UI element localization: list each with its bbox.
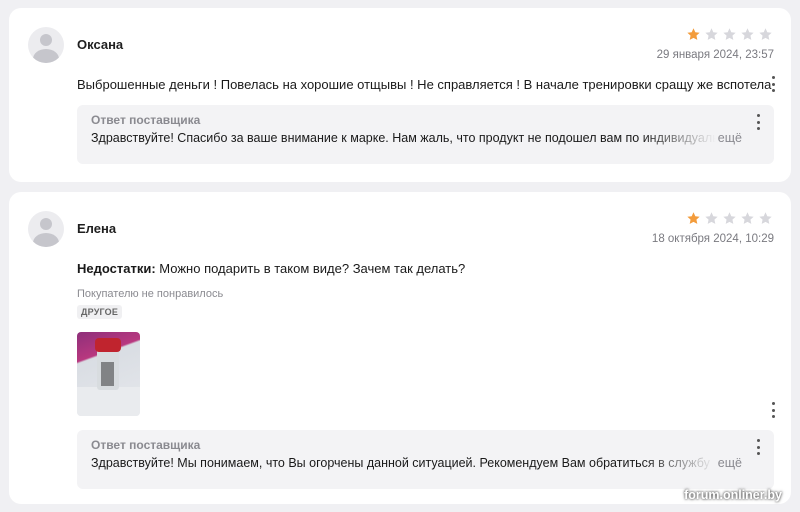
star-empty-icon	[759, 212, 772, 224]
review-card: Оксана 29 января 2024, 23:57 Выброшенные…	[9, 8, 791, 182]
reply-options-icon[interactable]	[755, 439, 761, 455]
star-empty-icon	[723, 212, 736, 224]
more-options-icon[interactable]	[770, 402, 776, 418]
supplier-reply: Ответ поставщика Здравствуйте! Спасибо з…	[77, 105, 774, 164]
star-empty-icon	[741, 212, 754, 224]
watermark: forum.onliner.by	[684, 488, 782, 502]
cons-text: Можно подарить в таком виде? Зачем так д…	[159, 261, 466, 276]
star-empty-icon	[759, 28, 772, 40]
review-photo[interactable]	[77, 332, 140, 416]
dislike-label: Покупателю не понравилось	[77, 288, 224, 300]
star-filled-icon	[687, 28, 700, 40]
review-cons: Недостатки: Можно подарить в таком виде?…	[77, 261, 465, 276]
star-empty-icon	[705, 212, 718, 224]
rating-stars	[686, 211, 773, 226]
rating-stars	[686, 27, 773, 42]
dislike-tag: ДРУГОЕ	[77, 305, 123, 319]
star-empty-icon	[705, 28, 718, 40]
reply-title: Ответ поставщика	[91, 113, 201, 127]
reply-text: Здравствуйте! Мы понимаем, что Вы огорче…	[91, 456, 710, 470]
supplier-reply: Ответ поставщика Здравствуйте! Мы понима…	[77, 430, 774, 489]
reply-more-link[interactable]: ещё	[718, 456, 742, 470]
reply-text: Здравствуйте! Спасибо за ваше внимание к…	[91, 131, 716, 145]
review-date: 29 января 2024, 23:57	[656, 49, 774, 61]
more-options-icon[interactable]	[770, 76, 776, 92]
avatar	[28, 27, 64, 63]
reply-title: Ответ поставщика	[91, 438, 201, 452]
avatar	[28, 211, 64, 247]
review-text: Выброшенные деньги ! Повелась на хорошие…	[77, 77, 772, 92]
reply-options-icon[interactable]	[755, 114, 761, 130]
cons-label: Недостатки:	[77, 261, 156, 276]
star-empty-icon	[741, 28, 754, 40]
review-author: Елена	[77, 221, 117, 236]
reply-more-link[interactable]: ещё	[718, 131, 742, 145]
review-date: 18 октября 2024, 10:29	[651, 233, 774, 245]
review-author: Оксана	[77, 37, 124, 52]
star-empty-icon	[723, 28, 736, 40]
review-card: Елена 18 октября 2024, 10:29 Недостатки:…	[9, 192, 791, 504]
star-filled-icon	[687, 212, 700, 224]
